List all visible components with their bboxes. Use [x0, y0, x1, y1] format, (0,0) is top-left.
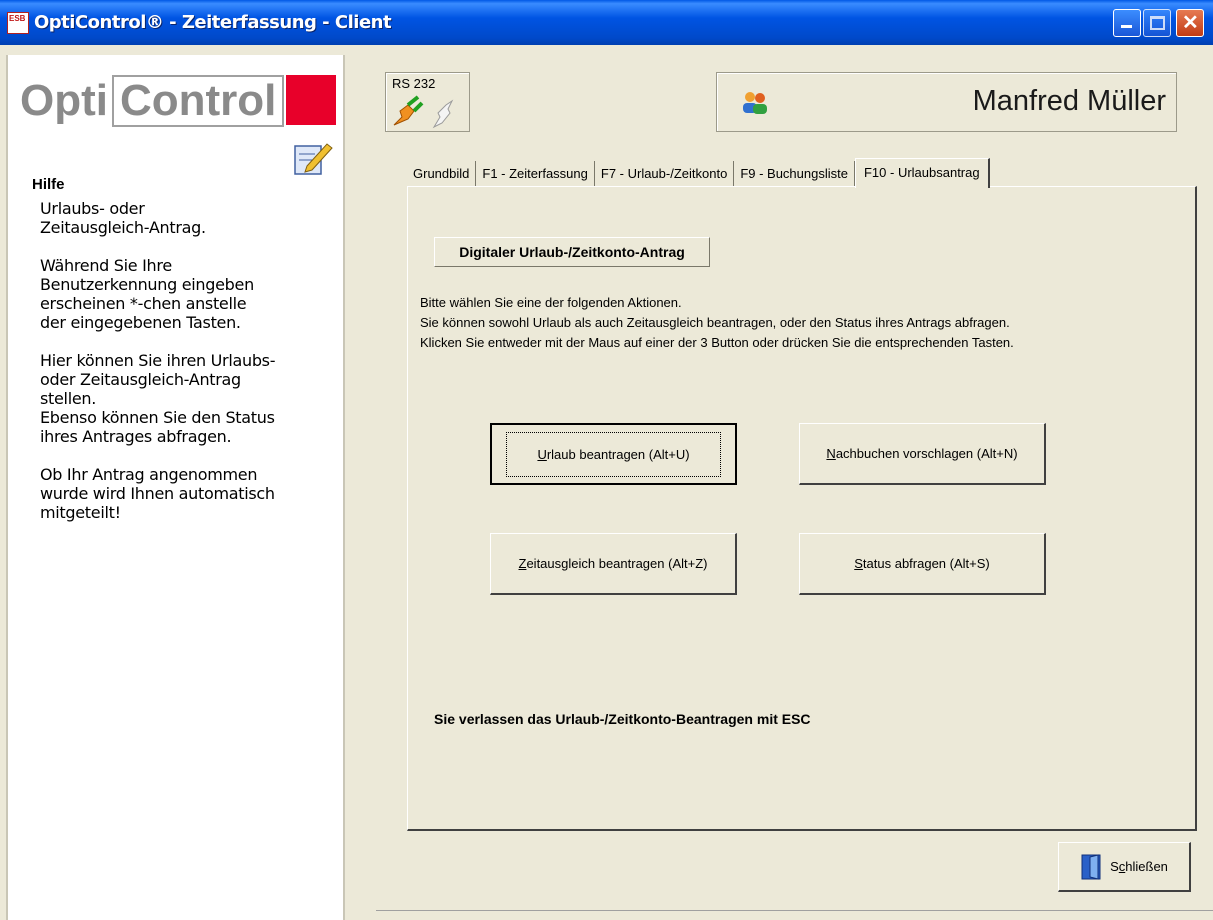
- tab-panel-urlaubsantrag: Digitaler Urlaub-/Zeitkonto-Antrag Bitte…: [407, 186, 1197, 831]
- app-icon[interactable]: ESB: [7, 12, 29, 34]
- maximize-button[interactable]: [1143, 9, 1171, 37]
- logo-control: Control: [111, 75, 285, 127]
- mnemonic: Z: [518, 556, 527, 571]
- plug-connected-icon: [393, 95, 424, 126]
- rs232-label: RS 232: [392, 76, 436, 91]
- urlaub-beantragen-button[interactable]: Urlaub beantragen (Alt+U): [490, 423, 737, 485]
- title-bar[interactable]: ESB OptiControl® - Zeiterfassung - Clien…: [0, 0, 1213, 45]
- minimize-icon: [1121, 25, 1132, 28]
- button-label: rlaub beantragen (Alt+U): [546, 446, 690, 462]
- close-window-button[interactable]: ✕: [1176, 9, 1204, 37]
- schliessen-button[interactable]: Schließen: [1058, 842, 1191, 892]
- panel-title: Digitaler Urlaub-/Zeitkonto-Antrag: [434, 237, 710, 267]
- divider: [376, 910, 1213, 911]
- label-part: hließen: [1125, 859, 1168, 874]
- mnemonic: N: [826, 446, 836, 461]
- help-paragraph: Während Sie Ihre Benutzerkennung eingebe…: [40, 256, 254, 332]
- mnemonic: S: [854, 556, 863, 571]
- tab-urlaubsantrag[interactable]: F10 - Urlaubsantrag: [854, 158, 990, 188]
- help-paragraph: Urlaubs- oder Zeitausgleich-Antrag.: [40, 199, 206, 237]
- instruction-line: Sie können sowohl Urlaub als auch Zeitau…: [420, 315, 1010, 330]
- tab-bar: Grundbild F1 - Zeiterfassung F7 - Urlaub…: [407, 158, 990, 188]
- tab-zeiterfassung[interactable]: F1 - Zeiterfassung: [476, 161, 595, 187]
- exit-door-icon: [1081, 853, 1101, 880]
- help-paragraph: Hier können Sie ihren Urlaubs- oder Zeit…: [40, 351, 276, 446]
- instruction-line: Klicken Sie entweder mit der Maus auf ei…: [420, 335, 1014, 350]
- button-label: tatus abfragen (Alt+S): [862, 556, 990, 571]
- instruction-line: Bitte wählen Sie eine der folgenden Akti…: [420, 295, 682, 310]
- rs232-status-panel: RS 232: [385, 72, 470, 132]
- window-title: OptiControl® - Zeiterfassung - Client: [34, 12, 392, 33]
- schliessen-label: Schließen: [1110, 859, 1168, 874]
- app-icon-text: ESB: [9, 14, 26, 23]
- button-label: achbuchen vorschlagen (Alt+N): [835, 446, 1018, 461]
- instructions: Bitte wählen Sie eine der folgenden Akti…: [420, 293, 1014, 353]
- user-name: Manfred Müller: [972, 85, 1166, 117]
- help-title: Hilfe: [32, 176, 65, 193]
- help-text: Urlaubs- oder Zeitausgleich-Antrag. Währ…: [40, 199, 340, 541]
- opticontrol-logo: Opti Control: [20, 75, 337, 127]
- tab-grundbild[interactable]: Grundbild: [407, 161, 477, 187]
- maximize-icon: [1150, 16, 1165, 30]
- button-label: eitausgleich beantragen (Alt+Z): [526, 556, 708, 571]
- help-paragraph: Ob Ihr Antrag angenommen wurde wird Ihne…: [40, 465, 275, 522]
- minimize-button[interactable]: [1113, 9, 1141, 37]
- close-icon: ✕: [1182, 12, 1199, 34]
- esc-note: Sie verlassen das Urlaub-/Zeitkonto-Bean…: [434, 711, 811, 727]
- logo-red-square: [286, 75, 337, 125]
- current-user-panel: Manfred Müller: [716, 72, 1177, 132]
- plug-disconnected-icon: [432, 99, 454, 129]
- tab-buchungsliste[interactable]: F9 - Buchungsliste: [734, 161, 855, 187]
- logo-opti: Opti: [20, 76, 108, 125]
- zeitausgleich-beantragen-button[interactable]: Zeitausgleich beantragen (Alt+Z): [490, 533, 737, 595]
- tab-urlaub-zeitkonto[interactable]: F7 - Urlaub-/Zeitkonto: [595, 161, 735, 187]
- mnemonic: U: [537, 446, 547, 462]
- edit-document-icon[interactable]: [293, 140, 333, 176]
- nachbuchen-vorschlagen-button[interactable]: Nachbuchen vorschlagen (Alt+N): [799, 423, 1046, 485]
- label-part: S: [1110, 859, 1119, 874]
- users-icon: [743, 92, 767, 114]
- status-abfragen-button[interactable]: Status abfragen (Alt+S): [799, 533, 1046, 595]
